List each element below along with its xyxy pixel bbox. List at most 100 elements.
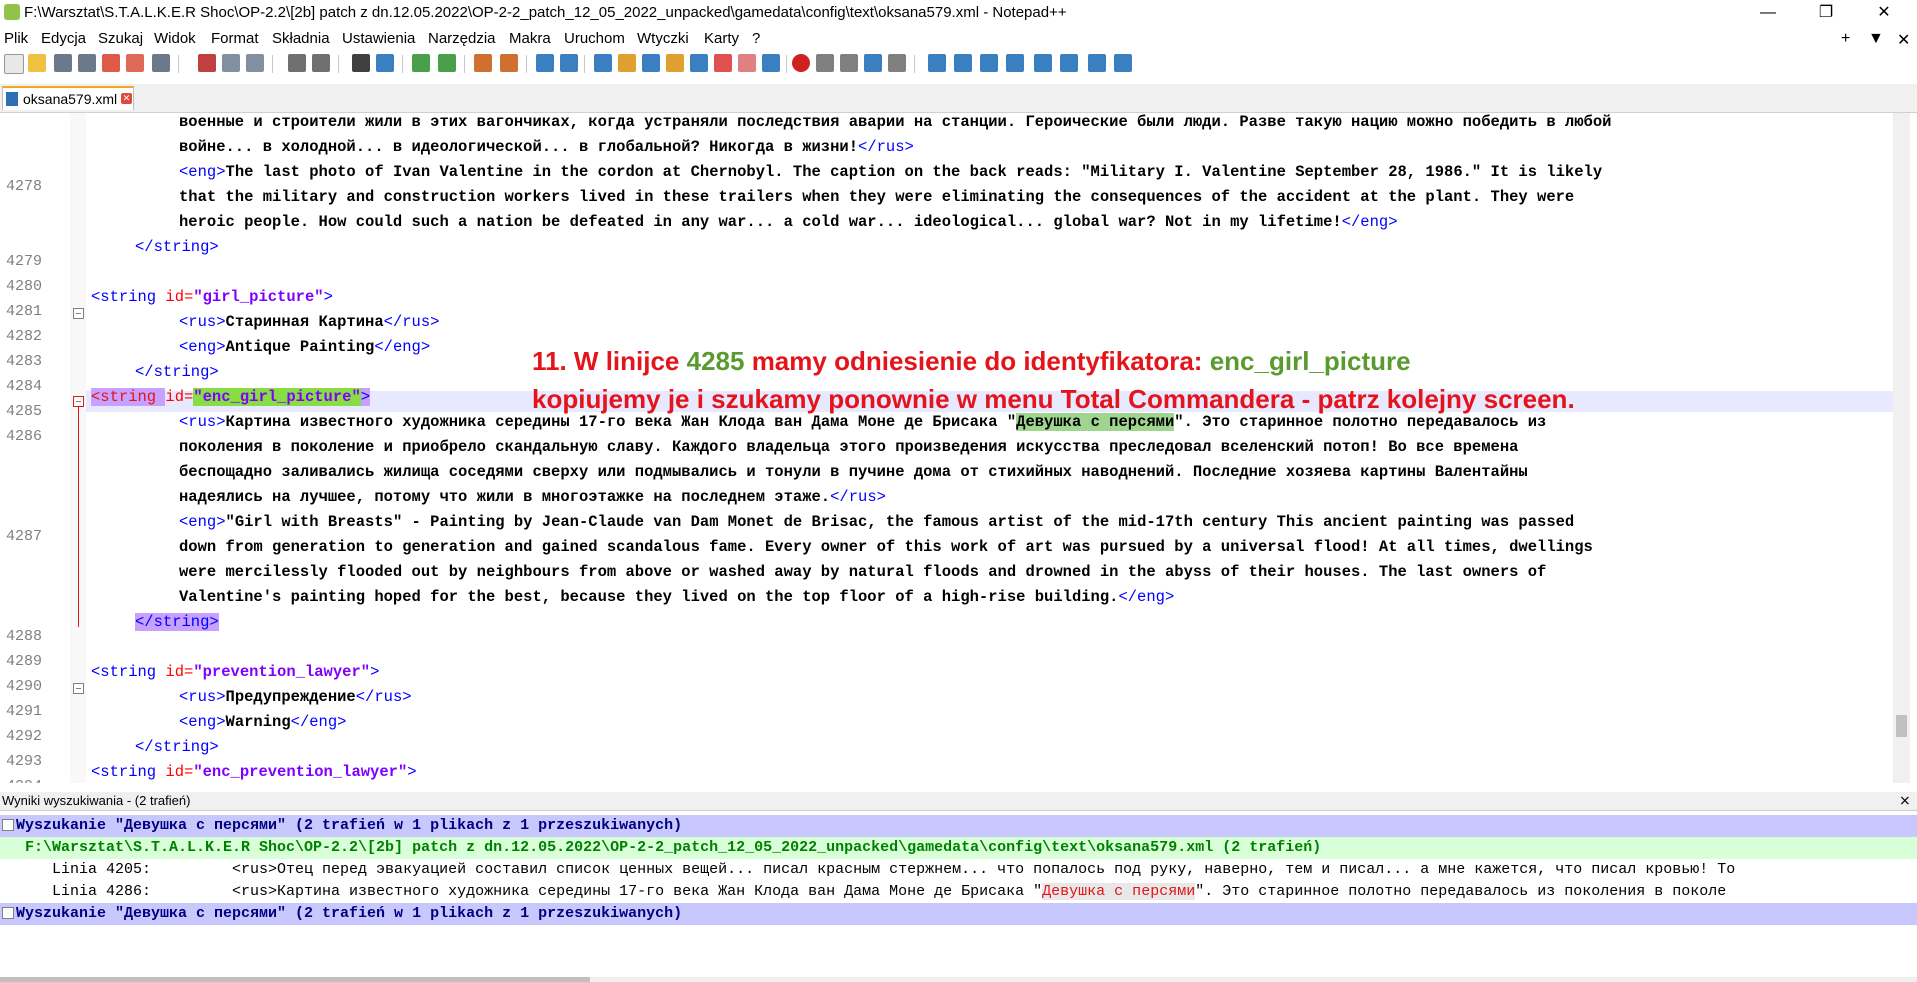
minimize-button[interactable]: — xyxy=(1739,0,1797,26)
code-value: "enc_girl_picture" xyxy=(193,388,361,406)
word-wrap-icon[interactable] xyxy=(536,54,554,72)
code-tag: </eng> xyxy=(1118,588,1175,606)
scrollbar-thumb[interactable] xyxy=(1896,715,1907,737)
plugin-icon-3[interactable] xyxy=(980,54,998,72)
doc-map-icon[interactable] xyxy=(642,54,660,72)
function-list-icon[interactable] xyxy=(690,54,708,72)
sync-horizontal-icon[interactable] xyxy=(500,54,518,72)
fold-toggle[interactable] xyxy=(73,683,84,694)
redo-icon[interactable] xyxy=(312,54,330,72)
menu-skladnia[interactable]: Składnia xyxy=(272,30,330,47)
code-text: поколения в поколение и приобрело сканда… xyxy=(179,438,1519,456)
search-summary-row[interactable]: Wyszukanie "Девушка с персями" (2 trafie… xyxy=(0,903,1917,925)
close-all-icon[interactable] xyxy=(126,54,144,72)
vertical-scrollbar[interactable] xyxy=(1893,113,1910,783)
new-tab-button[interactable]: + xyxy=(1841,30,1850,48)
menu-narzedzia[interactable]: Narzędzia xyxy=(428,30,496,47)
collapse-toggle[interactable] xyxy=(2,819,14,831)
plugin-icon-6[interactable] xyxy=(1114,54,1132,72)
code-tag: </eng> xyxy=(1341,213,1398,231)
plugin-icon-1[interactable] xyxy=(928,54,946,72)
open-file-icon[interactable] xyxy=(28,54,46,72)
horizontal-scrollbar[interactable] xyxy=(0,977,1917,982)
udl-icon[interactable] xyxy=(618,54,636,72)
code-line: <eng>"Girl with Breasts" - Painting by J… xyxy=(179,513,1574,531)
menu-plik[interactable]: Plik xyxy=(4,30,28,47)
title-bar: F:\Warsztat\S.T.A.L.K.E.R Shoc\OP-2.2\[2… xyxy=(0,0,1917,26)
zoom-out-icon[interactable] xyxy=(438,54,456,72)
paste-icon[interactable] xyxy=(246,54,264,72)
zoom-in-icon[interactable] xyxy=(412,54,430,72)
toolbar-separator xyxy=(464,55,465,73)
print-icon[interactable] xyxy=(152,54,170,72)
menu-makra[interactable]: Makra xyxy=(509,30,551,47)
code-tag: <eng> xyxy=(179,163,226,181)
menu-edycja[interactable]: Edycja xyxy=(41,30,86,47)
stop-macro-icon[interactable] xyxy=(816,54,834,72)
close-results-icon[interactable]: ⨯ xyxy=(1899,792,1911,809)
code-text: Старинная Картина xyxy=(225,313,384,331)
search-file-row[interactable]: F:\Warsztat\S.T.A.L.K.E.R Shoc\OP-2.2\[2… xyxy=(0,837,1917,859)
menu-karty[interactable]: Karty xyxy=(704,30,739,47)
menu-widok[interactable]: Widok xyxy=(154,30,196,47)
menu-wtyczki[interactable]: Wtyczki xyxy=(637,30,689,47)
cut-icon[interactable] xyxy=(198,54,216,72)
new-file-icon[interactable] xyxy=(4,54,24,74)
close-button[interactable]: ✕ xyxy=(1855,0,1913,26)
sync-vertical-icon[interactable] xyxy=(474,54,492,72)
close-tab-button[interactable]: ✕ xyxy=(1897,30,1910,50)
fold-toggle[interactable] xyxy=(73,396,84,407)
menu-szukaj[interactable]: Szukaj xyxy=(98,30,143,47)
doc-list-icon[interactable] xyxy=(666,54,684,72)
menu-format[interactable]: Format xyxy=(211,30,259,47)
code-text: Warning xyxy=(225,713,291,731)
code-text: Предупреждение xyxy=(225,688,356,706)
line-number: 4278 xyxy=(6,178,43,195)
code-line: <eng>Warning</eng> xyxy=(179,713,346,731)
replace-icon[interactable] xyxy=(376,54,394,72)
code-attr: id= xyxy=(165,663,194,681)
code-tag: <string xyxy=(91,288,166,306)
save-all-icon[interactable] xyxy=(78,54,96,72)
folder-workspace-icon[interactable] xyxy=(714,54,732,72)
maximize-button[interactable]: ❐ xyxy=(1797,0,1855,26)
menu-ustawienia[interactable]: Ustawienia xyxy=(342,30,415,47)
arrow-up-icon[interactable] xyxy=(1034,54,1052,72)
tab-list-button[interactable]: ▼ xyxy=(1868,30,1884,48)
undo-icon[interactable] xyxy=(288,54,306,72)
code-line: </string> xyxy=(135,238,219,256)
search-hit-row[interactable]: Linia 4286: <rus>Картина известного худо… xyxy=(0,881,1917,903)
fold-toggle[interactable] xyxy=(73,308,84,319)
indent-guide-icon[interactable] xyxy=(594,54,612,72)
save-icon[interactable] xyxy=(54,54,72,72)
close-file-icon[interactable] xyxy=(102,54,120,72)
copy-icon[interactable] xyxy=(222,54,240,72)
menu-help[interactable]: ? xyxy=(752,30,760,47)
code-line: <string id="prevention_lawyer"> xyxy=(91,663,379,681)
eye-icon[interactable] xyxy=(762,54,780,72)
plugin-icon-2[interactable] xyxy=(954,54,972,72)
search-summary-row[interactable]: Wyszukanie "Девушка с персями" (2 trafie… xyxy=(0,815,1917,837)
save-macro-icon[interactable] xyxy=(888,54,906,72)
file-icon xyxy=(6,92,18,106)
play-macro-icon[interactable] xyxy=(840,54,858,72)
expand-toggle[interactable] xyxy=(2,907,14,919)
code-tag: <string xyxy=(91,763,166,781)
show-all-chars-icon[interactable] xyxy=(560,54,578,72)
monitoring-icon[interactable] xyxy=(738,54,756,72)
find-icon[interactable] xyxy=(352,54,370,72)
tab-close-icon[interactable]: ✕ xyxy=(121,93,132,104)
tab-oksana579[interactable]: oksana579.xml ✕ xyxy=(2,86,134,110)
search-hit-row[interactable]: Linia 4205: <rus>Отец перед эвакуацией с… xyxy=(0,859,1917,881)
record-macro-icon[interactable] xyxy=(792,54,810,72)
code-line: <eng>The last photo of Ivan Valentine in… xyxy=(179,163,1602,181)
editor[interactable]: 4278 4279 4280 4281 4282 4283 4284 4285 … xyxy=(0,113,1917,783)
code-text: down from generation to generation and g… xyxy=(179,538,1593,556)
menu-uruchom[interactable]: Uruchom xyxy=(564,30,625,47)
scrollbar-thumb[interactable] xyxy=(0,977,590,982)
run-macro-multiple-icon[interactable] xyxy=(864,54,882,72)
arrow-down-icon[interactable] xyxy=(1060,54,1078,72)
plugin-icon-4[interactable] xyxy=(1006,54,1024,72)
plugin-icon-5[interactable] xyxy=(1088,54,1106,72)
toolbar-separator xyxy=(786,55,787,73)
